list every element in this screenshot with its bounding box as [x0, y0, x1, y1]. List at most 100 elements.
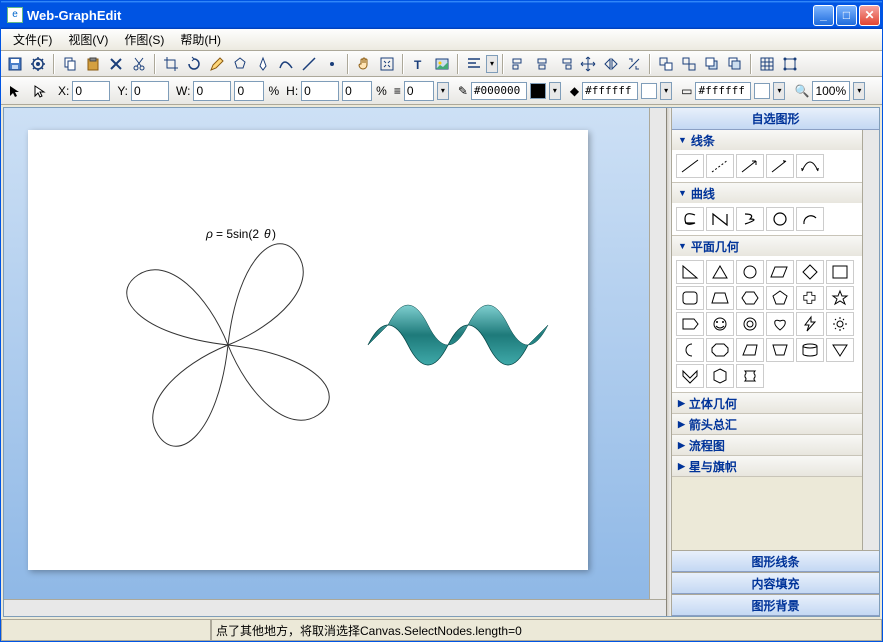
linewidth-input[interactable] — [404, 81, 434, 101]
shape-tri-down[interactable] — [826, 338, 854, 362]
send-back-button[interactable] — [724, 53, 746, 75]
shape-arc[interactable] — [796, 207, 824, 231]
bring-front-button[interactable] — [701, 53, 723, 75]
cat-lines-header[interactable]: ▼线条 — [672, 130, 862, 150]
shape-arrow2[interactable] — [766, 154, 794, 178]
bg-color[interactable]: #ffffff — [695, 82, 751, 100]
delete-button[interactable] — [105, 53, 127, 75]
dot-button[interactable] — [321, 53, 343, 75]
shape-trap2[interactable] — [766, 338, 794, 362]
canvas-paper[interactable]: ρ = 5sin(2 θ ) — [28, 130, 588, 570]
cat-flow-header[interactable]: ▶流程图 — [672, 435, 862, 455]
cat-arrows-header[interactable]: ▶箭头总汇 — [672, 414, 862, 434]
zoomfit-button[interactable] — [376, 53, 398, 75]
x-input[interactable] — [72, 81, 110, 101]
text-button[interactable]: T — [408, 53, 430, 75]
canvas-vscroll[interactable] — [649, 108, 666, 599]
fill-color[interactable]: #ffffff — [582, 82, 638, 100]
align-left-button[interactable] — [508, 53, 530, 75]
menu-help[interactable]: 帮助(H) — [172, 29, 229, 50]
panel-vscroll[interactable] — [862, 130, 879, 550]
select-tool[interactable] — [4, 80, 26, 102]
align-button[interactable] — [463, 53, 485, 75]
cut-button[interactable] — [128, 53, 150, 75]
canvas-area[interactable]: ρ = 5sin(2 θ ) — [4, 108, 649, 599]
menu-draw[interactable]: 作图(S) — [116, 29, 172, 50]
cat-solid-header[interactable]: ▶立体几何 — [672, 393, 862, 413]
shape-line[interactable] — [676, 154, 704, 178]
polygon-button[interactable] — [229, 53, 251, 75]
shape-smiley[interactable] — [706, 312, 734, 336]
shape-3[interactable] — [736, 207, 764, 231]
shape-pentagon[interactable] — [766, 286, 794, 310]
btn-shape-bg[interactable]: 图形背景 — [672, 594, 879, 616]
shape-pentagon2[interactable] — [676, 312, 704, 336]
paste-button[interactable] — [82, 53, 104, 75]
pointer-tool[interactable] — [29, 80, 51, 102]
align-center-button[interactable] — [531, 53, 553, 75]
h-pct-input[interactable] — [342, 81, 372, 101]
shape-s[interactable] — [676, 207, 704, 231]
shape-sun[interactable] — [826, 312, 854, 336]
image-button[interactable] — [431, 53, 453, 75]
flip-v-button[interactable] — [623, 53, 645, 75]
fill-swatch[interactable] — [641, 83, 657, 99]
shape-curve-arrow[interactable] — [796, 154, 824, 178]
shape-square[interactable] — [826, 260, 854, 284]
shape-can[interactable] — [796, 338, 824, 362]
stroke-dropdown[interactable]: ▾ — [549, 82, 561, 100]
w-input[interactable] — [193, 81, 231, 101]
bg-swatch[interactable] — [754, 83, 770, 99]
wave-surface[interactable] — [368, 305, 548, 365]
btn-shape-line[interactable]: 图形线条 — [672, 550, 879, 572]
y-input[interactable] — [131, 81, 169, 101]
shape-parallelogram[interactable] — [766, 260, 794, 284]
menu-view[interactable]: 视图(V) — [60, 29, 116, 50]
maximize-button[interactable]: □ — [836, 5, 857, 26]
bg-dropdown[interactable]: ▾ — [773, 82, 785, 100]
snap-button[interactable] — [779, 53, 801, 75]
shape-trapezoid[interactable] — [706, 286, 734, 310]
rotate-button[interactable] — [183, 53, 205, 75]
cat-stars-header[interactable]: ▶星与旗帜 — [672, 456, 862, 476]
line-button[interactable] — [298, 53, 320, 75]
canvas-hscroll[interactable] — [4, 599, 666, 616]
shape-hex2[interactable] — [706, 364, 734, 388]
save-button[interactable] — [4, 53, 26, 75]
stroke-swatch[interactable] — [530, 83, 546, 99]
w-pct-input[interactable] — [234, 81, 264, 101]
shape-hexagon[interactable] — [736, 286, 764, 310]
cat-plane-header[interactable]: ▼平面几何 — [672, 236, 862, 256]
shape-star[interactable] — [826, 286, 854, 310]
shape-n[interactable] — [706, 207, 734, 231]
h-input[interactable] — [301, 81, 339, 101]
pen-button[interactable] — [252, 53, 274, 75]
shape-dashline[interactable] — [706, 154, 734, 178]
menu-file[interactable]: 文件(F) — [5, 29, 60, 50]
pencil-button[interactable] — [206, 53, 228, 75]
align-dropdown[interactable]: ▾ — [486, 55, 498, 73]
shape-triangle[interactable] — [706, 260, 734, 284]
curve-button[interactable] — [275, 53, 297, 75]
copy-button[interactable] — [59, 53, 81, 75]
shape-cross[interactable] — [796, 286, 824, 310]
close-button[interactable]: ✕ — [859, 5, 880, 26]
shape-heart[interactable] — [766, 312, 794, 336]
minimize-button[interactable]: _ — [813, 5, 834, 26]
titlebar[interactable]: e Web-GraphEdit _ □ ✕ — [1, 1, 882, 29]
shape-o[interactable] — [766, 207, 794, 231]
group-button[interactable] — [655, 53, 677, 75]
hand-button[interactable] — [353, 53, 375, 75]
grid-button[interactable] — [756, 53, 778, 75]
linewidth-dropdown[interactable]: ▾ — [437, 82, 449, 100]
shape-donut[interactable] — [736, 312, 764, 336]
crop-button[interactable] — [160, 53, 182, 75]
shape-roundrect[interactable] — [676, 286, 704, 310]
shape-moon[interactable] — [676, 338, 704, 362]
cat-curves-header[interactable]: ▼曲线 — [672, 183, 862, 203]
zoom-input[interactable] — [812, 81, 850, 101]
zoom-dropdown[interactable]: ▾ — [853, 82, 865, 100]
shape-quad[interactable] — [736, 338, 764, 362]
ungroup-button[interactable] — [678, 53, 700, 75]
shape-lightning[interactable] — [796, 312, 824, 336]
